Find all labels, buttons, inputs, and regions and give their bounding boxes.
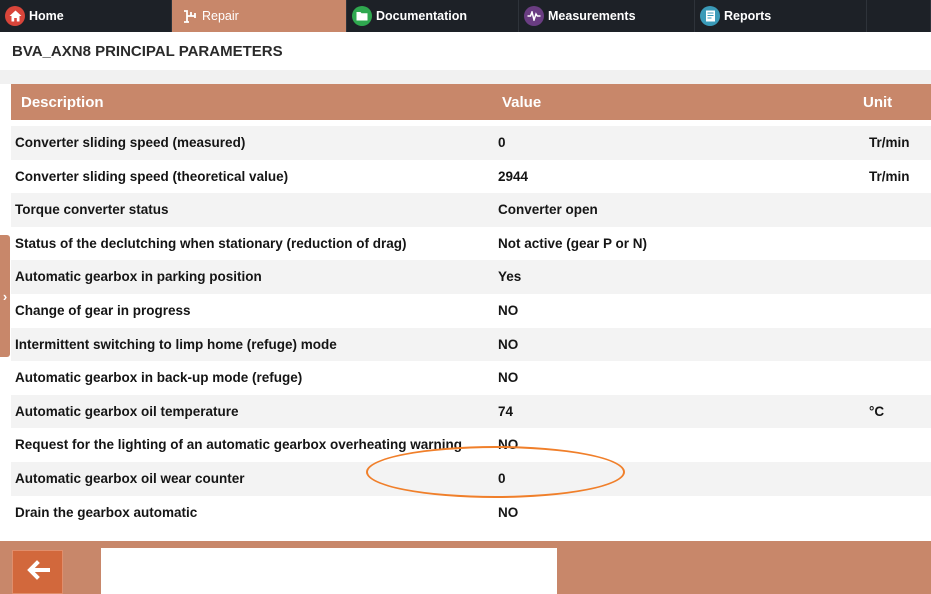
row-value: 0 (498, 135, 506, 150)
table-row: Converter sliding speed (measured) 0 Tr/… (11, 126, 931, 160)
tab-reports-label: Reports (724, 9, 772, 23)
repair-icon (182, 6, 198, 26)
waveform-icon (524, 6, 544, 26)
table-row: Drain the gearbox automatic NO (11, 495, 931, 530)
row-unit: Tr/min (869, 168, 910, 184)
tab-reports[interactable]: Reports (695, 0, 867, 32)
row-unit: Tr/min (869, 135, 910, 150)
table-row: Converter sliding speed (theoretical val… (11, 159, 931, 194)
row-value: Not active (gear P or N) (498, 235, 648, 251)
tab-measurements-label: Measurements (548, 9, 636, 23)
footer-message-area (101, 548, 557, 594)
row-description: Converter sliding speed (theoretical val… (15, 168, 289, 184)
row-value: NO (498, 302, 519, 318)
arrow-left-icon (26, 559, 50, 585)
table-row: Automatic gearbox oil temperature 74 °C (11, 394, 931, 429)
tab-home[interactable]: Home (0, 0, 172, 32)
row-value: NO (498, 370, 519, 386)
row-value: NO (498, 504, 519, 520)
footer-bar (0, 541, 931, 594)
column-header-unit: Unit (863, 94, 893, 111)
row-description: Intermittent switching to limp home (ref… (15, 336, 337, 352)
row-description: Automatic gearbox oil temperature (15, 403, 239, 419)
row-unit: °C (869, 403, 885, 419)
row-value: 2944 (498, 168, 529, 184)
table-row: Change of gear in progress NO (11, 293, 931, 328)
row-description: Automatic gearbox in parking position (15, 269, 262, 285)
page-title: BVA_AXN8 PRINCIPAL PARAMETERS (12, 43, 283, 60)
tab-measurements[interactable]: Measurements (519, 0, 695, 32)
column-header-value: Value (502, 94, 542, 111)
tab-repair[interactable]: Repair (172, 0, 347, 32)
folder-icon (352, 6, 372, 26)
row-description: Status of the declutching when stationar… (15, 235, 407, 251)
highlight-annotation (366, 446, 625, 498)
tab-repair-label: Repair (202, 9, 239, 23)
row-description: Converter sliding speed (measured) (15, 135, 246, 150)
row-value: Converter open (498, 202, 598, 218)
row-description: Change of gear in progress (15, 302, 191, 318)
table-row: Automatic gearbox in back-up mode (refug… (11, 361, 931, 395)
tab-empty (867, 0, 931, 32)
side-panel-toggle[interactable]: › (0, 235, 10, 357)
row-description: Automatic gearbox in back-up mode (refug… (15, 370, 303, 386)
row-description: Drain the gearbox automatic (15, 504, 198, 520)
report-icon (700, 6, 720, 26)
tab-home-label: Home (29, 9, 64, 23)
row-value: 74 (498, 403, 514, 419)
row-description: Automatic gearbox oil wear counter (15, 470, 245, 486)
column-header-description: Description (21, 94, 104, 111)
table-row: Intermittent switching to limp home (ref… (11, 327, 931, 362)
table-row: Torque converter status Converter open (11, 193, 931, 227)
back-button[interactable] (12, 550, 63, 594)
row-value: NO (498, 336, 519, 352)
row-description: Torque converter status (15, 202, 169, 218)
table-row: Status of the declutching when stationar… (11, 226, 931, 261)
chevron-right-icon: › (2, 288, 8, 304)
header-spacer (0, 70, 931, 84)
tab-documentation[interactable]: Documentation (347, 0, 519, 32)
tab-documentation-label: Documentation (376, 9, 467, 23)
table-row: Automatic gearbox in parking position Ye… (11, 260, 931, 294)
table-header: Description Value Unit (11, 84, 931, 120)
page-header: BVA_AXN8 PRINCIPAL PARAMETERS (0, 32, 931, 71)
home-icon (5, 6, 25, 26)
top-nav: Home Repair Documentation Measurements R… (0, 0, 931, 32)
row-value: Yes (498, 269, 522, 285)
row-description: Request for the lighting of an automatic… (15, 437, 463, 453)
